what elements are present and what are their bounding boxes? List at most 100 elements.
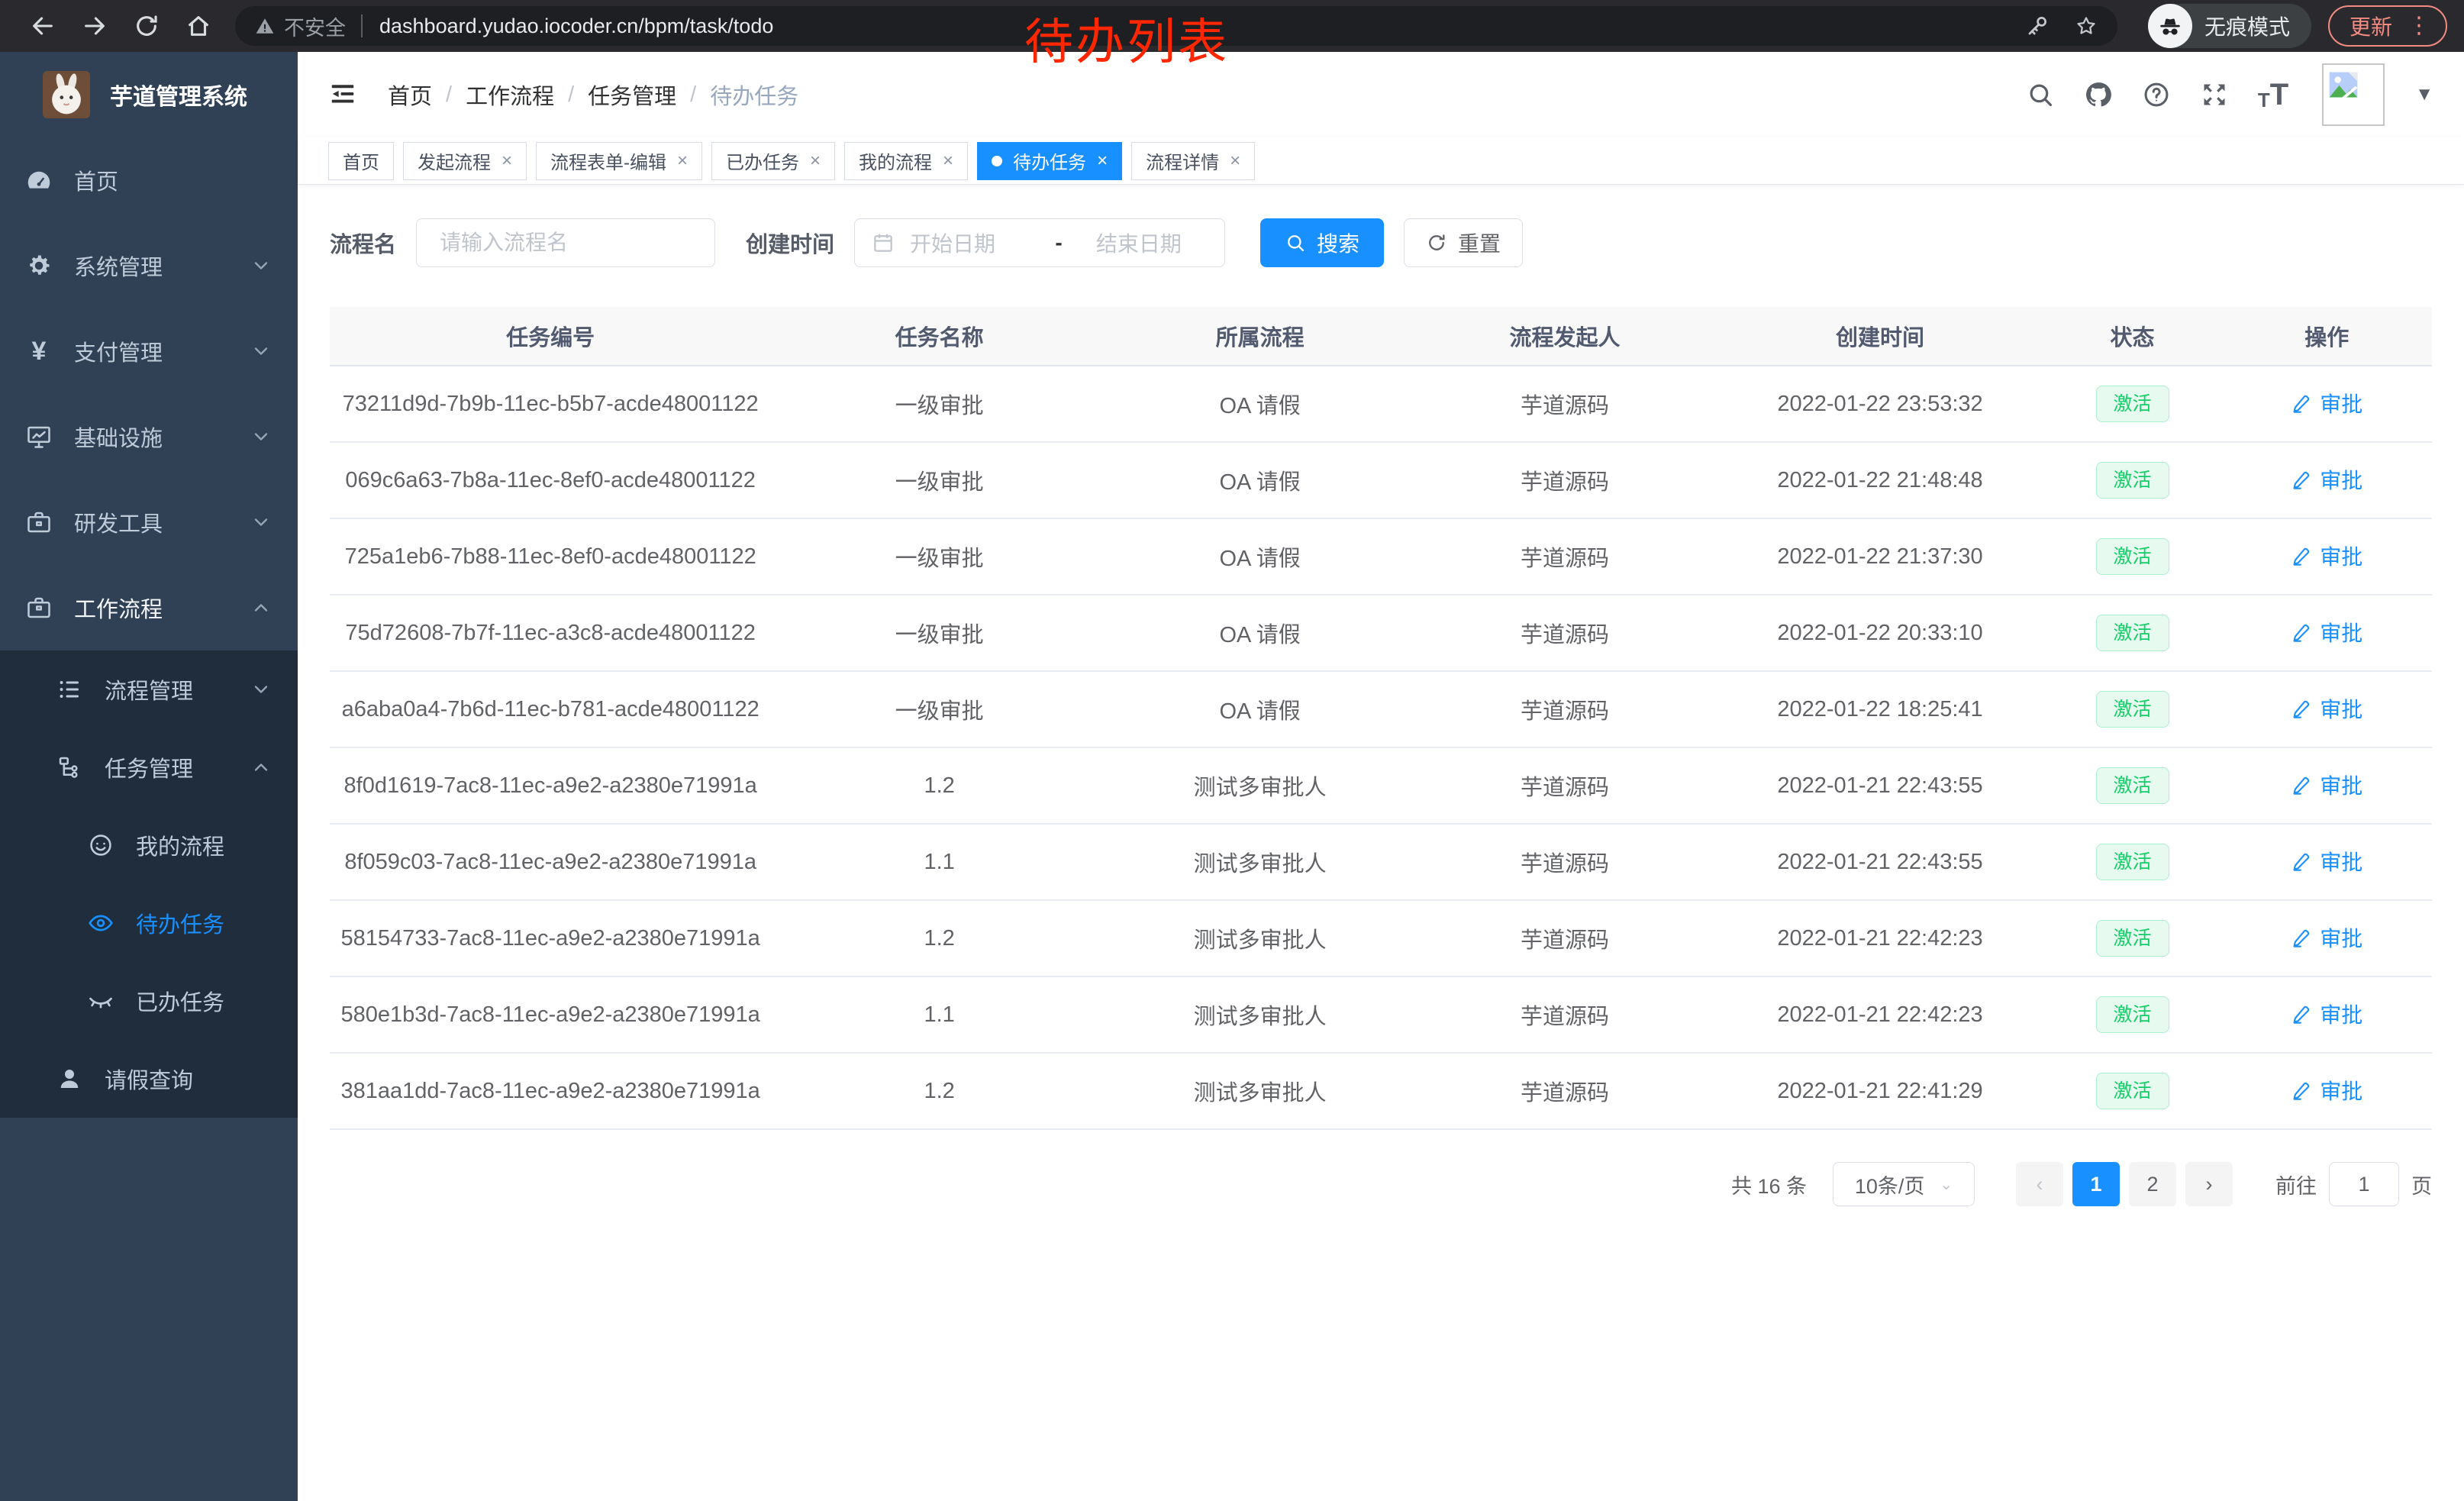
approve-button[interactable]: 审批 bbox=[2291, 541, 2362, 571]
status-badge: 激活 bbox=[2096, 844, 2169, 881]
sidebar-item-任务管理[interactable]: 任务管理 bbox=[0, 728, 298, 806]
create-time-label: 创建时间 bbox=[746, 227, 834, 259]
chevron-down-icon bbox=[250, 679, 272, 700]
table-row: 75d72608-7b7f-11ec-a3c8-acde48001122一级审批… bbox=[330, 596, 2432, 672]
page-button-1[interactable]: 1 bbox=[2072, 1162, 2120, 1206]
sidebar-item-我的流程[interactable]: 我的流程 bbox=[0, 806, 298, 884]
sidebar-item-label: 任务管理 bbox=[105, 751, 250, 783]
breadcrumb-workflow[interactable]: 工作流程 bbox=[466, 79, 554, 111]
goto-page-input[interactable] bbox=[2329, 1162, 2399, 1206]
table-row: 069c6a63-7b8a-11ec-8ef0-acde48001122一级审批… bbox=[330, 443, 2432, 519]
tab-已办任务[interactable]: 已办任务× bbox=[711, 142, 835, 180]
approve-button[interactable]: 审批 bbox=[2291, 388, 2362, 418]
briefcase-icon bbox=[25, 594, 53, 621]
approve-button[interactable]: 审批 bbox=[2291, 693, 2362, 724]
date-end-placeholder[interactable]: 结束日期 bbox=[1070, 228, 1208, 258]
edit-pencil-icon bbox=[2291, 774, 2312, 796]
table-row: 580e1b3d-7ac8-11ec-a9e2-a2380e71991a1.1测… bbox=[330, 977, 2432, 1054]
tab-流程表单-编辑[interactable]: 流程表单-编辑× bbox=[536, 142, 702, 180]
breadcrumb-home[interactable]: 首页 bbox=[388, 79, 432, 111]
tab-close-icon[interactable]: × bbox=[502, 152, 512, 170]
reset-button[interactable]: 重置 bbox=[1404, 218, 1523, 267]
font-size-icon[interactable]: TT bbox=[2258, 79, 2288, 110]
approve-button[interactable]: 审批 bbox=[2291, 617, 2362, 647]
cell-created: 2022-01-22 23:53:32 bbox=[1717, 392, 2043, 417]
status-badge: 激活 bbox=[2096, 538, 2169, 576]
fullscreen-icon[interactable] bbox=[2200, 80, 2229, 109]
sidebar-item-支付管理[interactable]: ¥支付管理 bbox=[0, 308, 298, 394]
gear-icon bbox=[25, 252, 53, 279]
date-range-picker[interactable]: 开始日期 - 结束日期 bbox=[854, 218, 1225, 267]
sidebar-item-研发工具[interactable]: 研发工具 bbox=[0, 479, 298, 565]
sidebar-item-label: 支付管理 bbox=[74, 335, 250, 367]
approve-label: 审批 bbox=[2320, 922, 2362, 953]
tab-流程详情[interactable]: 流程详情 × bbox=[1131, 142, 1255, 180]
bookmark-star-icon[interactable] bbox=[2075, 15, 2098, 37]
cell-actions: 审批 bbox=[2222, 464, 2432, 496]
sidebar-item-首页[interactable]: 首页 bbox=[0, 137, 298, 223]
cell-created: 2022-01-21 22:41:29 bbox=[1717, 1079, 2043, 1104]
tab-我的流程[interactable]: 我的流程× bbox=[844, 142, 968, 180]
user-menu-caret-icon[interactable]: ▼ bbox=[2415, 84, 2433, 105]
security-label[interactable]: 不安全 bbox=[284, 11, 346, 41]
browser-back-icon[interactable] bbox=[27, 11, 58, 41]
approve-label: 审批 bbox=[2320, 388, 2362, 418]
tab-待办任务[interactable]: 待办任务× bbox=[977, 142, 1122, 180]
header-search-icon[interactable] bbox=[2026, 80, 2055, 109]
breadcrumb-task-mgmt[interactable]: 任务管理 bbox=[588, 79, 676, 111]
approve-button[interactable]: 审批 bbox=[2291, 922, 2362, 953]
browser-reload-icon[interactable] bbox=[131, 11, 162, 41]
approve-button[interactable]: 审批 bbox=[2291, 464, 2362, 495]
workflow-submenu: 流程管理任务管理我的流程待办任务已办任务请假查询 bbox=[0, 650, 298, 1118]
sidebar-item-已办任务[interactable]: 已办任务 bbox=[0, 962, 298, 1040]
approve-button[interactable]: 审批 bbox=[2291, 846, 2362, 876]
page-size-select[interactable]: 10条/页 ⌄ bbox=[1833, 1162, 1975, 1206]
cell-id: 73211d9d-7b9b-11ec-b5b7-acde48001122 bbox=[330, 392, 771, 417]
help-icon[interactable] bbox=[2142, 80, 2171, 109]
cell-initiator: 芋道源码 bbox=[1412, 617, 1717, 649]
user-avatar[interactable] bbox=[2322, 63, 2385, 126]
browser-forward-icon[interactable] bbox=[79, 11, 110, 41]
tab-close-icon[interactable]: × bbox=[810, 152, 821, 170]
tab-close-icon[interactable]: × bbox=[1230, 152, 1240, 170]
tab-发起流程[interactable]: 发起流程× bbox=[403, 142, 527, 180]
approve-button[interactable]: 审批 bbox=[2291, 999, 2362, 1029]
approve-button[interactable]: 审批 bbox=[2291, 1075, 2362, 1106]
tab-close-icon[interactable]: × bbox=[677, 152, 688, 170]
search-button[interactable]: 搜索 bbox=[1260, 218, 1384, 267]
tab-label: 流程详情 bbox=[1146, 147, 1219, 174]
browser-update-button[interactable]: 更新 ⋮ bbox=[2328, 5, 2447, 47]
page-content: 流程名 创建时间 开始日期 - 结束日期 搜索 bbox=[298, 185, 2464, 1501]
status-badge: 激活 bbox=[2096, 1073, 2169, 1110]
tab-首页[interactable]: 首页 bbox=[328, 142, 394, 180]
app-logo[interactable]: 芋道管理系统 bbox=[0, 52, 298, 137]
cell-name: 1.2 bbox=[771, 773, 1108, 799]
approve-label: 审批 bbox=[2320, 770, 2362, 800]
prev-page-button[interactable]: ‹ bbox=[2016, 1162, 2063, 1206]
cell-id: 58154733-7ac8-11ec-a9e2-a2380e71991a bbox=[330, 926, 771, 951]
cell-process: OA 请假 bbox=[1108, 693, 1412, 725]
page-button-2[interactable]: 2 bbox=[2129, 1162, 2176, 1206]
sidebar-item-系统管理[interactable]: 系统管理 bbox=[0, 223, 298, 308]
sidebar-item-待办任务[interactable]: 待办任务 bbox=[0, 884, 298, 962]
sidebar-item-工作流程[interactable]: 工作流程 bbox=[0, 565, 298, 650]
cell-actions: 审批 bbox=[2222, 846, 2432, 878]
tab-close-icon[interactable]: × bbox=[943, 152, 953, 170]
sidebar-menu: 首页系统管理¥支付管理基础设施研发工具工作流程流程管理任务管理我的流程待办任务已… bbox=[0, 137, 298, 1118]
next-page-button[interactable]: › bbox=[2185, 1162, 2233, 1206]
browser-menu-icon[interactable]: ⋮ bbox=[2408, 15, 2430, 37]
date-start-placeholder[interactable]: 开始日期 bbox=[910, 228, 1047, 258]
github-icon[interactable] bbox=[2084, 80, 2113, 109]
sidebar-item-基础设施[interactable]: 基础设施 bbox=[0, 394, 298, 479]
sidebar-collapse-icon[interactable] bbox=[328, 79, 359, 110]
process-name-input[interactable] bbox=[416, 218, 715, 267]
browser-home-icon[interactable] bbox=[183, 11, 214, 41]
approve-button[interactable]: 审批 bbox=[2291, 770, 2362, 800]
key-icon[interactable] bbox=[2026, 15, 2049, 37]
cell-initiator: 芋道源码 bbox=[1412, 693, 1717, 725]
tab-close-icon[interactable]: × bbox=[1097, 152, 1108, 170]
pagination: 共 16 条 10条/页 ⌄ ‹ 12 › 前往 页 bbox=[330, 1162, 2432, 1206]
sidebar-item-流程管理[interactable]: 流程管理 bbox=[0, 650, 298, 728]
sidebar-item-请假查询[interactable]: 请假查询 bbox=[0, 1040, 298, 1118]
sidebar-item-label: 首页 bbox=[74, 164, 272, 196]
